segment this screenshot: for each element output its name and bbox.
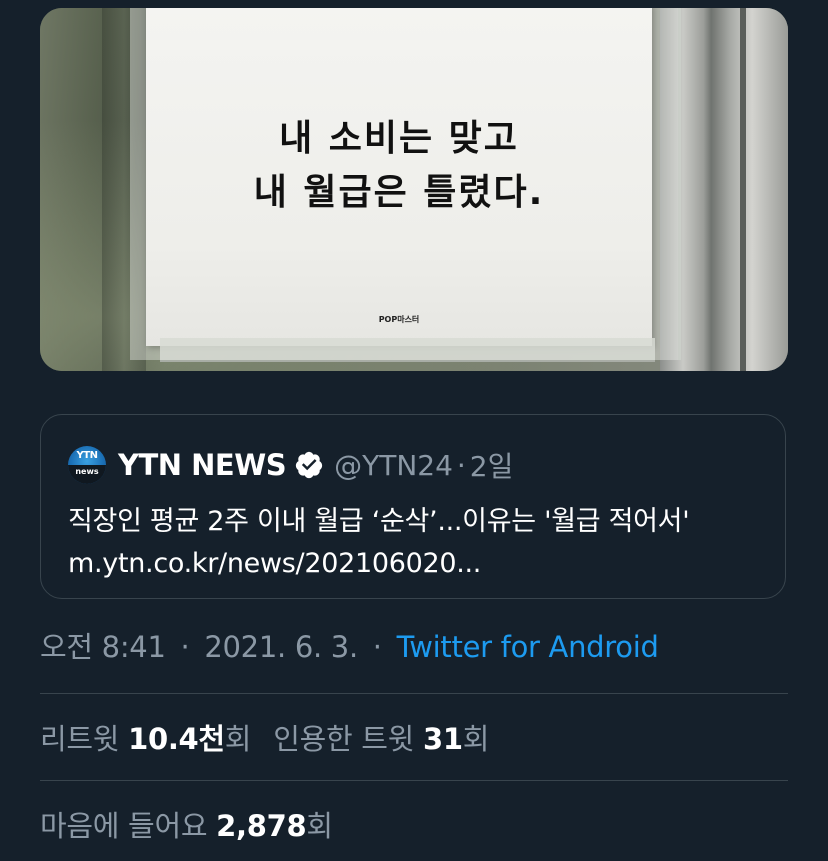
quoted-author-name[interactable]: YTN NEWS	[118, 448, 287, 482]
quoted-tweet-link[interactable]: m.ytn.co.kr/news/202106020...	[68, 543, 481, 585]
avatar-text-bottom: news	[68, 465, 106, 484]
sign-line-1: 내 소비는 맞고	[279, 118, 519, 159]
tweet-meta: 오전 8:41 · 2021. 6. 3. · Twitter for Andr…	[40, 624, 659, 666]
sign-line-2: 내 월급은 틀렸다.	[253, 172, 545, 213]
retweets-label: 리트윗	[40, 722, 120, 756]
verified-badge-icon	[295, 451, 323, 479]
quotes-count: 31	[422, 722, 463, 756]
avatar-text-top: YTN	[76, 450, 98, 461]
likes-stat[interactable]: 마음에 들어요 2,878회	[40, 809, 333, 843]
divider-middle	[40, 780, 788, 781]
retweets-unit: 회	[224, 722, 252, 756]
divider-top	[40, 693, 788, 694]
photo-sign-text: 내 소비는 맞고 내 월급은 틀렸다.	[146, 112, 652, 220]
tweet-photo[interactable]: 내 소비는 맞고 내 월급은 틀렸다. POP마스터	[40, 8, 788, 371]
quoted-tweet-time[interactable]: 2일	[470, 445, 514, 485]
meta-separator-2: ·	[372, 630, 382, 664]
retweets-count: 10.4천	[128, 722, 225, 756]
likes-count: 2,878	[216, 809, 307, 843]
likes-unit: 회	[306, 809, 333, 843]
quotes-unit: 회	[462, 722, 490, 756]
avatar[interactable]: YTN news	[68, 446, 106, 484]
tweet-source-link[interactable]: Twitter for Android	[397, 630, 659, 664]
photo-sign-tab	[160, 338, 655, 362]
quoted-tweet-header: YTN news YTN NEWS @YTN24 · 2일	[68, 445, 513, 485]
meta-separator: ·	[180, 630, 190, 664]
quotes-label: 인용한 트윗	[273, 722, 415, 756]
tweet-date[interactable]: 2021. 6. 3.	[204, 630, 358, 664]
photo-pillar-edge	[740, 8, 746, 371]
likes-stats-row: 마음에 들어요 2,878회	[40, 803, 333, 845]
retweet-stats-row: 리트윗 10.4천회 인용한 트윗 31회	[40, 716, 489, 758]
sign-credit: POP마스터	[378, 315, 420, 324]
quotes-stat[interactable]: 인용한 트윗 31회	[273, 722, 489, 756]
quoted-tweet-text: 직장인 평균 2주 이내 월급 ‘순삭’...이유는 '월급 적어서'	[68, 506, 690, 537]
tweet-time[interactable]: 오전 8:41	[40, 630, 166, 664]
tweet-detail: 내 소비는 맞고 내 월급은 틀렸다. POP마스터 YTN news YTN …	[0, 0, 828, 861]
retweets-stat[interactable]: 리트윗 10.4천회	[40, 722, 251, 756]
header-separator: ·	[456, 448, 466, 482]
quoted-author-handle[interactable]: @YTN24	[334, 449, 453, 482]
likes-label: 마음에 들어요	[40, 809, 208, 843]
quoted-tweet-card[interactable]: YTN news YTN NEWS @YTN24 · 2일 직장인 평균 2주 …	[40, 414, 786, 599]
